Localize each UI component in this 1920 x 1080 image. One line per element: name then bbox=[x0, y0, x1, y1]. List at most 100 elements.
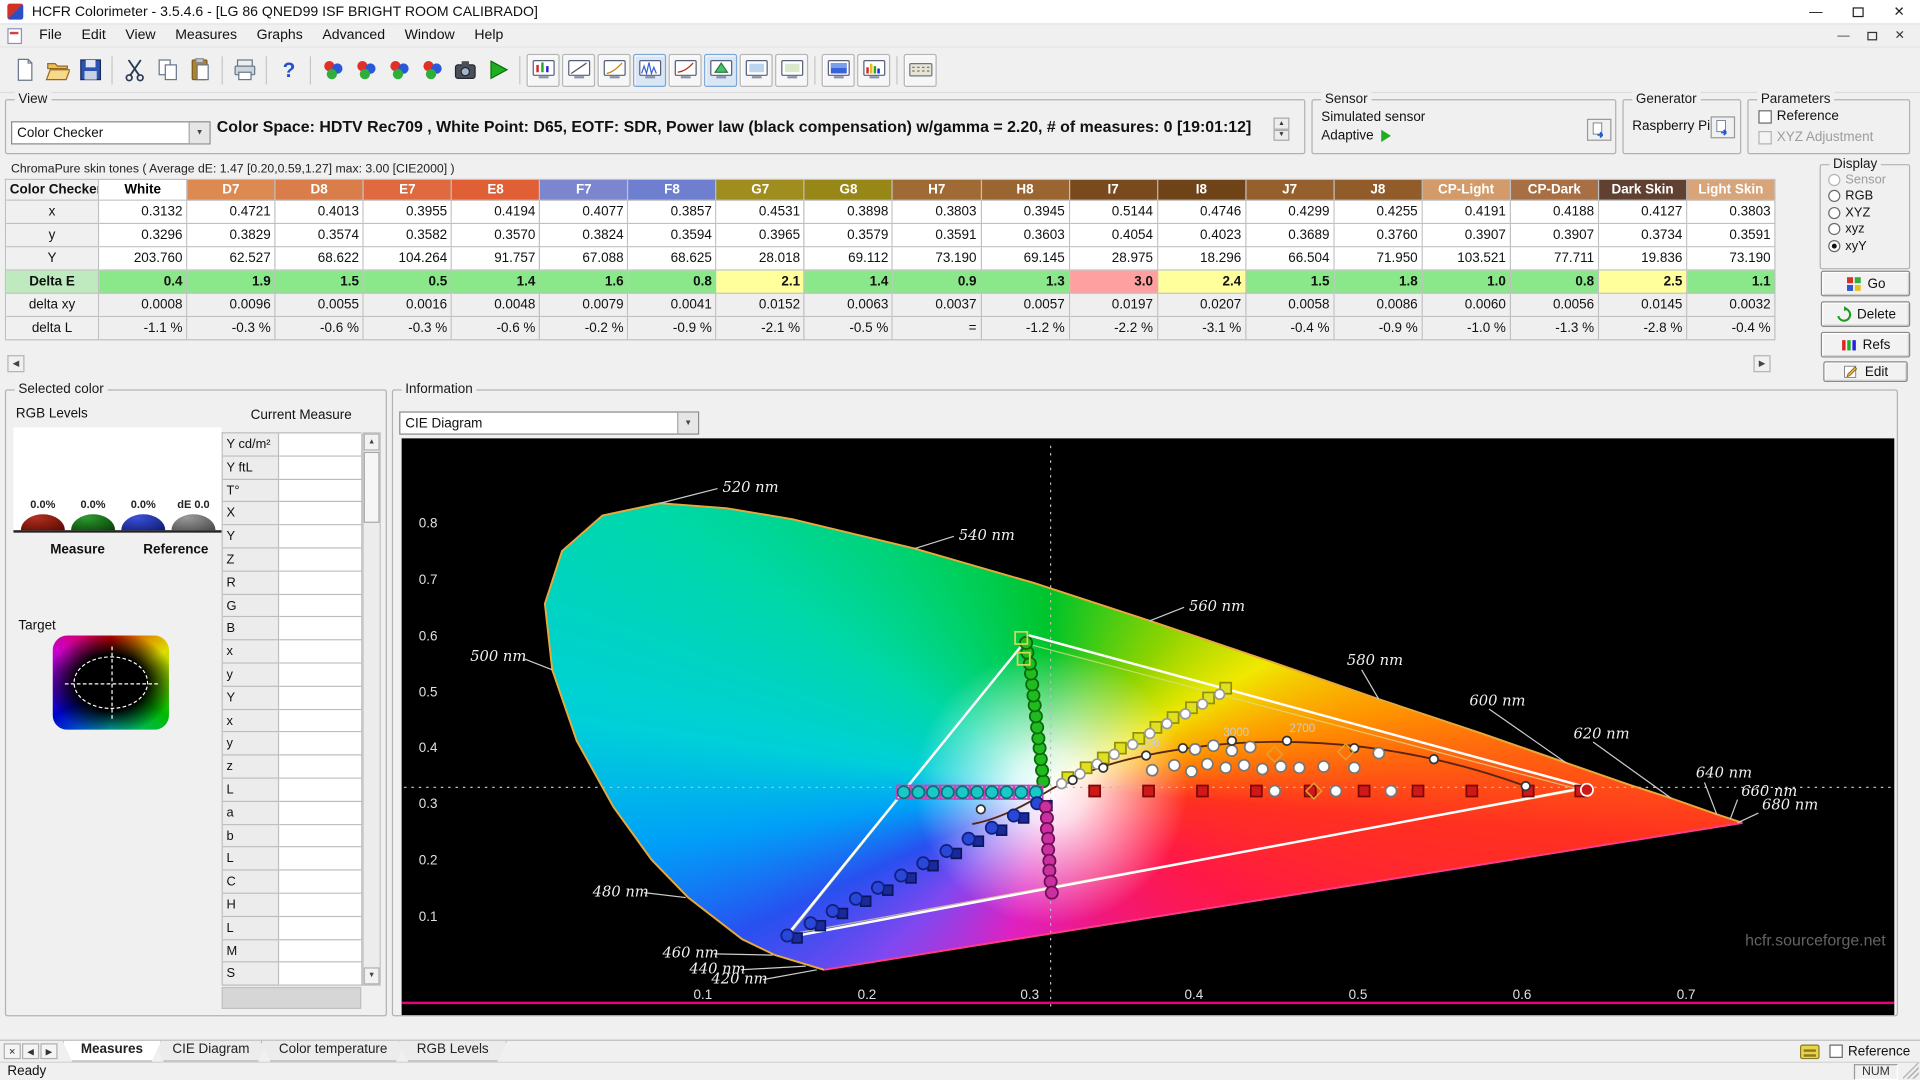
table-cell[interactable]: 203.760 bbox=[99, 247, 188, 271]
table-cell[interactable]: 0.3824 bbox=[540, 224, 629, 248]
toolbar-save-button[interactable] bbox=[73, 53, 106, 86]
measure-row-value[interactable] bbox=[279, 755, 363, 779]
menu-view[interactable]: View bbox=[116, 26, 166, 46]
table-cell[interactable]: 0.3760 bbox=[1334, 224, 1423, 248]
table-cell[interactable]: 0.3591 bbox=[893, 224, 982, 248]
table-cell[interactable]: 0.4127 bbox=[1599, 200, 1688, 225]
chevron-down-icon[interactable]: ▼ bbox=[677, 412, 698, 434]
table-cell[interactable]: -0.4 % bbox=[1246, 317, 1335, 341]
display-option-xyz[interactable]: xyz bbox=[1828, 221, 1909, 238]
table-cell[interactable]: 0.3898 bbox=[804, 200, 894, 225]
column-header-d7[interactable]: D7 bbox=[187, 180, 276, 201]
menu-measures[interactable]: Measures bbox=[165, 26, 246, 46]
toolbar-view-rgb-levels-button[interactable] bbox=[526, 53, 560, 87]
table-cell[interactable]: -0.3 % bbox=[187, 317, 276, 341]
table-cell[interactable]: -3.1 % bbox=[1157, 317, 1247, 341]
toolbar-view-monitor-button[interactable] bbox=[739, 53, 773, 87]
mdi-close-button[interactable]: ✕ bbox=[1887, 27, 1913, 44]
measure-row-value[interactable] bbox=[279, 571, 363, 595]
column-header-j8[interactable]: J8 bbox=[1334, 180, 1423, 201]
close-button[interactable]: ✕ bbox=[1878, 0, 1920, 23]
table-cell[interactable]: 0.3594 bbox=[628, 224, 717, 248]
measure-row-value[interactable] bbox=[279, 939, 363, 963]
table-cell[interactable]: 0.9 bbox=[893, 270, 982, 294]
edit-button[interactable]: Edit bbox=[1823, 361, 1908, 383]
table-cell[interactable]: 0.0057 bbox=[981, 293, 1070, 318]
measure-row-value[interactable] bbox=[279, 479, 363, 503]
measure-row-value[interactable] bbox=[279, 640, 363, 664]
table-cell[interactable]: 0.0058 bbox=[1246, 293, 1335, 318]
go-button[interactable]: Go bbox=[1820, 270, 1911, 297]
scroll-up-button[interactable]: ▲ bbox=[363, 433, 380, 451]
measure-row-value[interactable] bbox=[279, 916, 363, 940]
table-cell[interactable]: 0.0060 bbox=[1422, 293, 1511, 318]
radio-icon[interactable] bbox=[1828, 223, 1841, 236]
toolbar-view-histogram-button[interactable] bbox=[857, 53, 891, 87]
table-cell[interactable]: 2.5 bbox=[1599, 270, 1688, 294]
table-cell[interactable]: 67.088 bbox=[540, 247, 629, 271]
table-cell[interactable]: 0.4531 bbox=[716, 200, 805, 225]
table-cell[interactable]: 0.3803 bbox=[1687, 200, 1776, 225]
measure-row-value[interactable] bbox=[279, 893, 363, 917]
table-cell[interactable]: 0.3965 bbox=[716, 224, 805, 248]
table-cell[interactable]: 0.3579 bbox=[804, 224, 894, 248]
column-header-f7[interactable]: F7 bbox=[540, 180, 629, 201]
menu-advanced[interactable]: Advanced bbox=[313, 26, 395, 46]
measure-row-value[interactable] bbox=[279, 525, 363, 549]
measure-row-value[interactable] bbox=[279, 663, 363, 687]
table-cell[interactable]: 68.622 bbox=[275, 247, 364, 271]
column-header-d8[interactable]: D8 bbox=[275, 180, 364, 201]
table-cell[interactable]: 18.296 bbox=[1157, 247, 1247, 271]
table-cell[interactable]: 2.1 bbox=[716, 270, 805, 294]
measure-row-value[interactable] bbox=[279, 594, 363, 618]
current-measure-scrollbar[interactable]: ▲ ▼ bbox=[362, 432, 381, 986]
toolbar-view-spectrum-button[interactable] bbox=[633, 53, 667, 87]
column-header-h8[interactable]: H8 bbox=[981, 180, 1070, 201]
table-cell[interactable]: -1.2 % bbox=[981, 317, 1070, 341]
table-cell[interactable]: 68.625 bbox=[628, 247, 717, 271]
table-cell[interactable]: 0.4188 bbox=[1510, 200, 1600, 225]
table-cell[interactable]: 0.0197 bbox=[1069, 293, 1158, 318]
radio-icon[interactable] bbox=[1828, 173, 1841, 186]
table-cell[interactable]: -0.9 % bbox=[1334, 317, 1423, 341]
table-cell[interactable]: 0.3907 bbox=[1510, 224, 1600, 248]
tab-rgb-levels[interactable]: RGB Levels bbox=[398, 1041, 507, 1062]
toolbar-measure-primaries-button[interactable] bbox=[349, 53, 382, 86]
table-cell[interactable]: 0.4746 bbox=[1157, 200, 1247, 225]
radio-icon[interactable] bbox=[1828, 206, 1841, 219]
table-cell[interactable]: 77.711 bbox=[1510, 247, 1600, 271]
table-cell[interactable]: 0.5144 bbox=[1069, 200, 1158, 225]
table-cell[interactable]: 73.190 bbox=[1687, 247, 1776, 271]
table-cell[interactable]: 3.0 bbox=[1069, 270, 1158, 294]
table-cell[interactable]: -2.8 % bbox=[1599, 317, 1688, 341]
table-cell[interactable]: 104.264 bbox=[363, 247, 453, 271]
table-cell[interactable]: 1.5 bbox=[275, 270, 364, 294]
scroll-down-button[interactable]: ▼ bbox=[363, 967, 380, 985]
table-cell[interactable]: 0.0037 bbox=[893, 293, 982, 318]
table-cell[interactable]: 1.4 bbox=[452, 270, 541, 294]
measure-row-value[interactable] bbox=[279, 732, 363, 756]
toolbar-open-folder-button[interactable] bbox=[40, 53, 73, 86]
table-cell[interactable]: -0.6 % bbox=[275, 317, 364, 341]
table-cell[interactable]: -2.1 % bbox=[716, 317, 805, 341]
display-option-xyy[interactable]: xyY bbox=[1828, 238, 1909, 255]
measure-row-value[interactable] bbox=[279, 870, 363, 894]
column-header-cp-light[interactable]: CP-Light bbox=[1422, 180, 1511, 201]
toolbar-new-file-button[interactable] bbox=[7, 53, 40, 86]
statusbar-reference-checkbox[interactable] bbox=[1829, 1044, 1844, 1058]
toolbar-keyboard-button[interactable] bbox=[903, 53, 937, 87]
table-cell[interactable]: 62.527 bbox=[187, 247, 276, 271]
column-header-i8[interactable]: I8 bbox=[1157, 180, 1247, 201]
table-cell[interactable]: -0.4 % bbox=[1687, 317, 1776, 341]
table-cell[interactable]: 0.4194 bbox=[452, 200, 541, 225]
radio-icon[interactable] bbox=[1828, 190, 1841, 203]
column-header-cp-dark[interactable]: CP-Dark bbox=[1510, 180, 1600, 201]
table-cell[interactable]: 2.4 bbox=[1157, 270, 1247, 294]
table-cell[interactable]: 0.0016 bbox=[363, 293, 453, 318]
table-cell[interactable]: -0.9 % bbox=[628, 317, 717, 341]
measure-row-value[interactable] bbox=[279, 709, 363, 733]
table-cell[interactable]: -1.3 % bbox=[1510, 317, 1600, 341]
tab-scroll-left-button[interactable]: ◀ bbox=[22, 1043, 40, 1060]
table-cell[interactable]: 1.5 bbox=[1246, 270, 1335, 294]
table-cell[interactable]: 0.3907 bbox=[1422, 224, 1511, 248]
